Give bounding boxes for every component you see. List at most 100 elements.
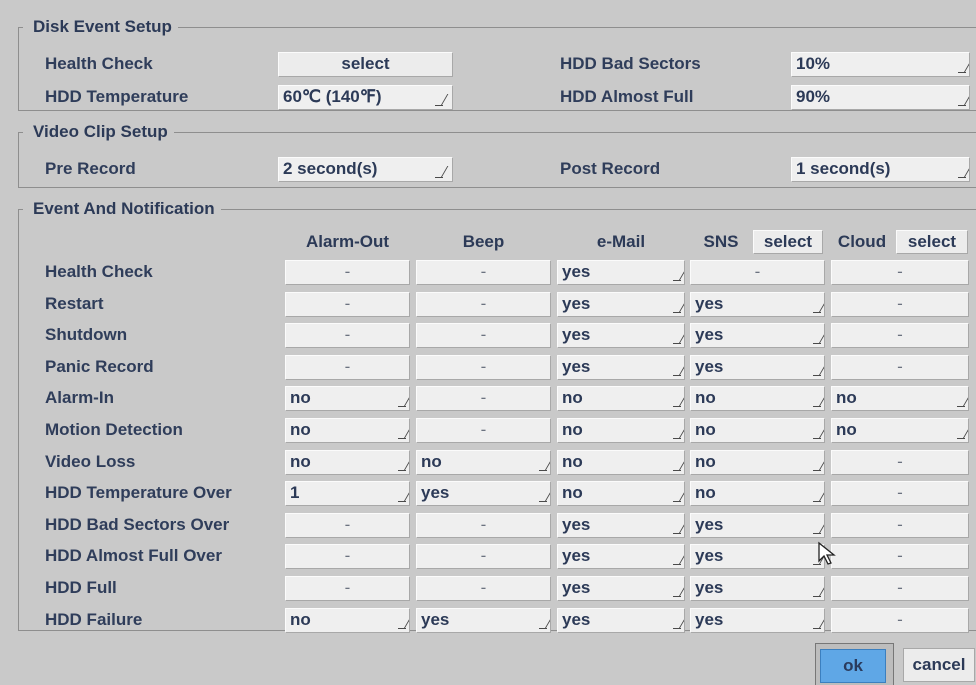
health-check-select-button[interactable]: select xyxy=(278,52,453,77)
option-select-field[interactable]: no xyxy=(690,418,825,443)
hdd-almost-full-value: 90% xyxy=(796,87,831,106)
dropdown-arrow-icon xyxy=(673,460,681,471)
option-select-field[interactable]: yes xyxy=(690,355,825,380)
row-label: Panic Record xyxy=(45,357,154,376)
option-select-field[interactable]: yes xyxy=(690,292,825,317)
option-select-field[interactable]: no xyxy=(831,418,969,443)
hdd-temperature-value: 60℃ (140℉) xyxy=(283,87,382,106)
option-select-field[interactable]: yes xyxy=(557,513,685,538)
option-select-field[interactable]: yes xyxy=(557,355,685,380)
disabled-cell: - xyxy=(831,481,969,506)
cell-value: yes xyxy=(695,578,724,597)
cell-value: - xyxy=(897,610,903,629)
hdd-bad-sectors-label: HDD Bad Sectors xyxy=(560,54,701,73)
row-label: HDD Full xyxy=(45,578,117,597)
cell-value: - xyxy=(480,578,487,597)
hdd-temperature-field[interactable]: 60℃ (140℉) xyxy=(278,85,453,110)
dropdown-arrow-icon xyxy=(813,428,821,439)
disabled-cell: - xyxy=(831,608,969,633)
option-select-field[interactable]: yes xyxy=(416,481,551,506)
dropdown-arrow-icon xyxy=(435,95,443,106)
disabled-cell: - xyxy=(285,544,410,569)
disabled-cell: - xyxy=(285,323,410,348)
cell-value: no xyxy=(695,483,716,502)
dropdown-arrow-icon xyxy=(673,523,681,534)
cell-value: - xyxy=(480,357,487,376)
disabled-cell: - xyxy=(416,292,551,317)
option-select-field[interactable]: no xyxy=(285,450,410,475)
option-select-field[interactable]: no xyxy=(557,418,685,443)
dropdown-arrow-icon xyxy=(435,167,443,178)
sns-select-button[interactable]: select xyxy=(753,230,823,254)
dropdown-arrow-icon xyxy=(813,365,821,376)
option-select-field[interactable]: no xyxy=(557,386,685,411)
pre-record-value: 2 second(s) xyxy=(283,159,378,178)
option-select-field[interactable]: yes xyxy=(557,544,685,569)
option-select-field[interactable]: yes xyxy=(557,576,685,601)
post-record-field[interactable]: 1 second(s) xyxy=(791,157,970,182)
disabled-cell: - xyxy=(831,544,969,569)
cell-value: no xyxy=(562,452,583,471)
option-select-field[interactable]: yes xyxy=(690,323,825,348)
pre-record-field[interactable]: 2 second(s) xyxy=(278,157,453,182)
option-select-field[interactable]: yes xyxy=(557,260,685,285)
disabled-cell: - xyxy=(416,386,551,411)
option-select-field[interactable]: yes xyxy=(690,544,825,569)
row-label: Restart xyxy=(45,294,104,313)
option-select-field[interactable]: no xyxy=(690,450,825,475)
option-select-field[interactable]: no xyxy=(690,386,825,411)
cloud-select-button[interactable]: select xyxy=(896,230,968,254)
cell-value: no xyxy=(562,388,583,407)
video-clip-setup-title: Video Clip Setup xyxy=(23,122,174,142)
option-select-field[interactable]: no xyxy=(557,481,685,506)
cell-value: yes xyxy=(562,578,591,597)
dropdown-arrow-icon xyxy=(813,523,821,534)
row-label: HDD Temperature Over xyxy=(45,483,232,502)
option-select-field[interactable]: yes xyxy=(690,513,825,538)
option-select-field[interactable]: 1 xyxy=(285,481,410,506)
disabled-cell: - xyxy=(416,355,551,380)
cell-value: - xyxy=(480,325,487,344)
option-select-field[interactable]: yes xyxy=(416,608,551,633)
dropdown-arrow-icon xyxy=(539,460,547,471)
dropdown-arrow-icon xyxy=(673,428,681,439)
option-select-field[interactable]: no xyxy=(690,481,825,506)
option-select-field[interactable]: no xyxy=(557,450,685,475)
hdd-bad-sectors-field[interactable]: 10% xyxy=(791,52,970,77)
option-select-field[interactable]: no xyxy=(285,386,410,411)
row-label: HDD Almost Full Over xyxy=(45,546,222,565)
option-select-field[interactable]: no xyxy=(285,608,410,633)
option-select-field[interactable]: yes xyxy=(557,608,685,633)
cell-value: - xyxy=(897,452,903,471)
hdd-almost-full-field[interactable]: 90% xyxy=(791,85,970,110)
ok-button-frame: ok xyxy=(815,643,894,685)
cell-value: yes xyxy=(421,483,450,502)
hdd-temperature-label: HDD Temperature xyxy=(45,87,189,106)
option-select-field[interactable]: no xyxy=(831,386,969,411)
ok-button[interactable]: ok xyxy=(820,649,886,683)
cell-value: - xyxy=(480,294,487,313)
cell-value: - xyxy=(897,262,903,281)
column-header-sns: SNS xyxy=(703,232,739,251)
option-select-field[interactable]: yes xyxy=(557,292,685,317)
option-select-field[interactable]: no xyxy=(416,450,551,475)
cancel-button[interactable]: cancel xyxy=(903,648,975,682)
option-select-field[interactable]: yes xyxy=(557,323,685,348)
cell-value: yes xyxy=(695,515,724,534)
dropdown-arrow-icon xyxy=(958,62,966,73)
cloud-select-label: select xyxy=(907,232,957,251)
option-select-field[interactable]: no xyxy=(285,418,410,443)
dropdown-arrow-icon xyxy=(673,586,681,597)
cell-value: no xyxy=(421,452,442,471)
cell-value: - xyxy=(897,483,903,502)
disabled-cell: - xyxy=(285,292,410,317)
cell-value: no xyxy=(562,420,583,439)
dropdown-arrow-icon xyxy=(813,491,821,502)
row-label: Video Loss xyxy=(45,452,136,471)
option-select-field[interactable]: yes xyxy=(690,608,825,633)
disabled-cell: - xyxy=(831,323,969,348)
cell-value: yes xyxy=(562,294,591,313)
option-select-field[interactable]: yes xyxy=(690,576,825,601)
disabled-cell: - xyxy=(690,260,825,285)
cell-value: 1 xyxy=(290,483,300,502)
